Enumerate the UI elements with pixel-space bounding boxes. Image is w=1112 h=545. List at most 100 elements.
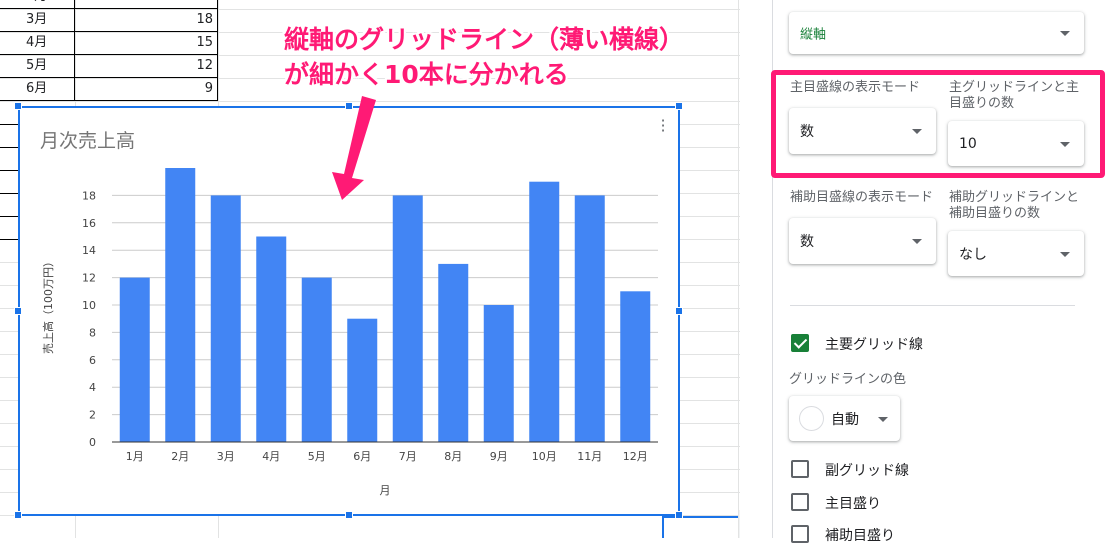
- bar: [574, 195, 605, 442]
- y-tick-label: 16: [82, 217, 96, 230]
- minor-mode-value: 数: [800, 234, 814, 250]
- resize-handle[interactable]: [14, 511, 22, 519]
- x-tick-label: 4月: [262, 450, 280, 463]
- x-tick-label: 2月: [171, 450, 189, 463]
- bar: [392, 195, 423, 442]
- y-tick-label: 6: [89, 354, 96, 367]
- bar: [119, 277, 150, 442]
- bar: [210, 195, 241, 442]
- color-swatch-icon: [799, 406, 824, 431]
- minor-tick-label[interactable]: 補助目盛り: [825, 525, 895, 545]
- scrollbar[interactable]: ▲ ▼: [738, 510, 740, 538]
- value-cell[interactable]: 15: [75, 32, 218, 55]
- value-cell[interactable]: 12: [75, 55, 218, 78]
- chevron-down-icon: [912, 239, 922, 244]
- x-tick-label: 10月: [532, 450, 557, 463]
- selection-border: [662, 516, 664, 538]
- major-tick-checkbox[interactable]: [791, 493, 809, 511]
- chevron-down-icon: [878, 416, 888, 422]
- y-tick-label: 10: [82, 299, 96, 312]
- bar: [438, 263, 469, 442]
- x-tick-label: 3月: [217, 450, 235, 463]
- resize-handle[interactable]: [675, 102, 683, 110]
- minor-grid-checkbox[interactable]: [791, 460, 809, 478]
- chevron-down-icon: [912, 129, 922, 134]
- x-tick-label: 6月: [353, 450, 371, 463]
- divider: [790, 305, 1075, 306]
- minor-count-label: 補助グリッドラインと補助目盛りの数: [949, 190, 1080, 221]
- bar: [347, 318, 378, 442]
- minor-tick-checkbox[interactable]: [791, 525, 809, 543]
- resize-handle[interactable]: [14, 102, 22, 110]
- grid-color-select[interactable]: 自動: [789, 396, 900, 441]
- axis-select-value: 縦軸: [800, 27, 827, 43]
- y-tick-label: 14: [82, 244, 96, 257]
- selection-border: [662, 516, 740, 518]
- axis-select[interactable]: 縦軸: [789, 12, 1084, 54]
- y-tick-label: 18: [82, 189, 96, 202]
- month-cell[interactable]: 3月: [0, 9, 75, 32]
- table-border: [0, 239, 18, 240]
- resize-handle[interactable]: [675, 511, 683, 519]
- minor-mode-select[interactable]: 数: [789, 218, 936, 264]
- y-tick-label: 8: [89, 326, 96, 339]
- major-count-select[interactable]: 10: [948, 121, 1084, 166]
- y-tick-label: 4: [89, 381, 96, 394]
- grid-line: [738, 0, 739, 538]
- major-mode-select[interactable]: 数: [789, 108, 936, 154]
- x-tick-label: 11月: [577, 450, 602, 463]
- resize-handle[interactable]: [345, 511, 353, 519]
- callout-arrow-icon: [332, 96, 376, 200]
- bar: [165, 168, 196, 442]
- table-border: [0, 216, 18, 217]
- callout-line-2: が細かく10本に分かれる: [284, 60, 569, 89]
- value-cell[interactable]: 20: [75, 0, 218, 9]
- bar: [529, 181, 560, 442]
- y-tick-label: 12: [82, 272, 96, 285]
- major-count-label: 主グリッドラインと主目盛りの数: [949, 80, 1080, 111]
- chevron-down-icon: [1060, 31, 1070, 36]
- grid-color-label: グリッドラインの色: [789, 372, 907, 387]
- minor-count-value: なし: [959, 246, 987, 263]
- resize-handle[interactable]: [675, 307, 683, 315]
- table-border: [0, 170, 18, 171]
- x-tick-label: 1月: [126, 450, 144, 463]
- value-cell[interactable]: 9: [75, 78, 218, 101]
- major-grid-label[interactable]: 主要グリッド線: [825, 334, 923, 354]
- resize-handle[interactable]: [14, 307, 22, 315]
- chevron-down-icon: [1060, 141, 1070, 147]
- table-border: [0, 193, 18, 194]
- minor-count-select[interactable]: なし: [948, 231, 1084, 276]
- month-cell[interactable]: 6月: [0, 78, 75, 101]
- bar: [256, 236, 287, 442]
- value-cell[interactable]: 18: [75, 9, 218, 32]
- callout-line-1: 縦軸のグリッドライン（薄い横線）: [284, 25, 685, 54]
- y-tick-label: 2: [89, 409, 96, 422]
- x-tick-label: 5月: [308, 450, 326, 463]
- y-tick-label: 0: [89, 436, 96, 449]
- x-tick-label: 8月: [444, 450, 462, 463]
- minor-grid-label[interactable]: 副グリッド線: [825, 460, 909, 480]
- x-tick-label: 12月: [623, 450, 648, 463]
- major-count-value: 10: [959, 135, 977, 152]
- major-mode-value: 数: [800, 124, 814, 140]
- y-axis-label: 売上高（100万円）: [41, 256, 55, 354]
- major-mode-label: 主目盛線の表示モード: [790, 80, 921, 95]
- bar: [620, 291, 651, 442]
- chevron-down-icon: [1060, 251, 1070, 257]
- month-cell[interactable]: 2月: [0, 0, 75, 9]
- bar: [301, 277, 332, 442]
- x-tick-label: 7月: [399, 450, 417, 463]
- month-cell[interactable]: 5月: [0, 55, 75, 78]
- grid-color-value: 自動: [831, 412, 859, 428]
- x-axis-label: 月: [380, 484, 391, 497]
- table-border: [0, 147, 18, 148]
- major-grid-checkbox[interactable]: [791, 334, 809, 352]
- table-border: [0, 124, 18, 125]
- major-tick-label[interactable]: 主目盛り: [825, 493, 881, 513]
- bar: [483, 305, 514, 442]
- month-cell[interactable]: 4月: [0, 32, 75, 55]
- minor-mode-label: 補助目盛線の表示モード: [790, 190, 934, 205]
- callout-annotation: 縦軸のグリッドライン（薄い横線） が細かく10本に分かれる: [284, 22, 684, 92]
- x-tick-label: 9月: [490, 450, 508, 463]
